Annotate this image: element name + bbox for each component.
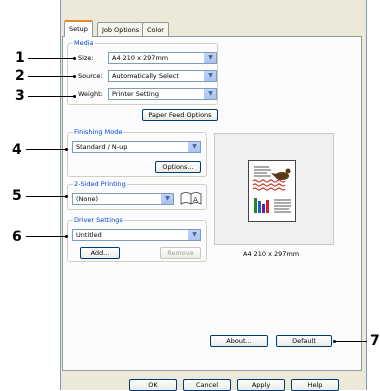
tab-color-label: Color: [147, 26, 164, 34]
callout-6-dot: [65, 235, 68, 238]
size-label: Size:: [78, 54, 94, 62]
cancel-button[interactable]: Cancel: [183, 379, 231, 391]
callout-7-line: [335, 341, 367, 342]
size-select-value: A4 210 x 297mm: [112, 54, 169, 62]
finishing-mode-select[interactable]: Standard / N-up ▼: [72, 141, 201, 153]
chevron-down-icon: ▼: [188, 230, 200, 240]
callout-1-line: [28, 58, 74, 59]
two-sided-value: (None): [76, 195, 99, 203]
remove-button[interactable]: Remove: [160, 247, 201, 259]
size-select[interactable]: A4 210 x 297mm ▼: [108, 52, 217, 64]
callout-3: 3: [15, 88, 25, 104]
callout-3-dot: [73, 95, 76, 98]
callout-2-dot: [73, 75, 76, 78]
weight-label: Weight:: [78, 90, 103, 98]
source-select-value: Automatically Select: [112, 72, 179, 80]
two-sided-select[interactable]: (None) ▼: [72, 193, 174, 205]
chevron-down-icon: ▼: [204, 89, 216, 99]
about-button[interactable]: About...: [210, 335, 268, 347]
ok-button[interactable]: OK: [129, 379, 177, 391]
callout-4-line: [26, 149, 66, 150]
driver-settings-title: Driver Settings: [73, 216, 124, 224]
media-group-title: Media: [73, 39, 95, 47]
add-button[interactable]: Add...: [80, 247, 120, 259]
about-button-label: About...: [226, 337, 252, 345]
callout-6: 6: [12, 229, 22, 245]
weight-select-value: Printer Setting: [112, 90, 159, 98]
chevron-down-icon: ▼: [204, 71, 216, 81]
finishing-mode-title: Finishing Mode: [73, 128, 124, 136]
document-preview-icon: [252, 166, 291, 213]
apply-button[interactable]: Apply: [237, 379, 285, 391]
chevron-down-icon: ▼: [161, 194, 173, 204]
source-select[interactable]: Automatically Select ▼: [108, 70, 217, 82]
ok-button-label: OK: [148, 381, 158, 389]
apply-button-label: Apply: [251, 381, 271, 389]
svg-text:A: A: [193, 196, 198, 204]
source-label: Source:: [78, 72, 103, 80]
paper-feed-options-label: Paper Feed Options: [148, 111, 212, 119]
callout-6-line: [26, 236, 66, 237]
callout-2-line: [28, 76, 74, 77]
finishing-options-button[interactable]: Options...: [155, 161, 201, 173]
callout-5-dot: [65, 195, 68, 198]
preview-caption: A4 210 x 297mm: [243, 250, 300, 258]
tab-setup[interactable]: Setup: [64, 20, 93, 37]
driver-settings-select[interactable]: Untitled ▼: [72, 229, 201, 241]
tab-job-options-label: Job Options: [102, 26, 140, 34]
help-button[interactable]: Help: [291, 379, 339, 391]
callout-1-dot: [73, 57, 76, 60]
tab-setup-label: Setup: [69, 25, 88, 33]
add-button-label: Add...: [90, 249, 110, 257]
callout-1: 1: [15, 50, 25, 66]
default-button[interactable]: Default: [276, 335, 332, 347]
two-sided-printing-title: 2-Sided Printing: [73, 180, 127, 188]
callout-2: 2: [15, 68, 25, 84]
weight-select[interactable]: Printer Setting ▼: [108, 88, 217, 100]
callout-7: 7: [370, 333, 380, 349]
paper-feed-options-button[interactable]: Paper Feed Options: [142, 109, 218, 121]
callout-5-line: [26, 196, 66, 197]
driver-settings-value: Untitled: [76, 231, 102, 239]
callout-3-line: [28, 96, 74, 97]
tab-job-options[interactable]: Job Options: [97, 22, 145, 36]
finishing-options-label: Options...: [162, 163, 194, 171]
default-button-label: Default: [292, 337, 316, 345]
book-icon: A: [180, 192, 202, 205]
callout-4-dot: [65, 148, 68, 151]
chevron-down-icon: ▼: [204, 53, 216, 63]
help-button-label: Help: [307, 381, 323, 389]
remove-button-label: Remove: [167, 249, 194, 257]
cancel-button-label: Cancel: [195, 381, 219, 389]
chevron-down-icon: ▼: [188, 142, 200, 152]
finishing-mode-value: Standard / N-up: [76, 143, 128, 151]
callout-4: 4: [12, 142, 22, 158]
callout-5: 5: [12, 188, 22, 204]
tab-color[interactable]: Color: [142, 22, 169, 36]
page-thumbnail: [248, 160, 296, 222]
